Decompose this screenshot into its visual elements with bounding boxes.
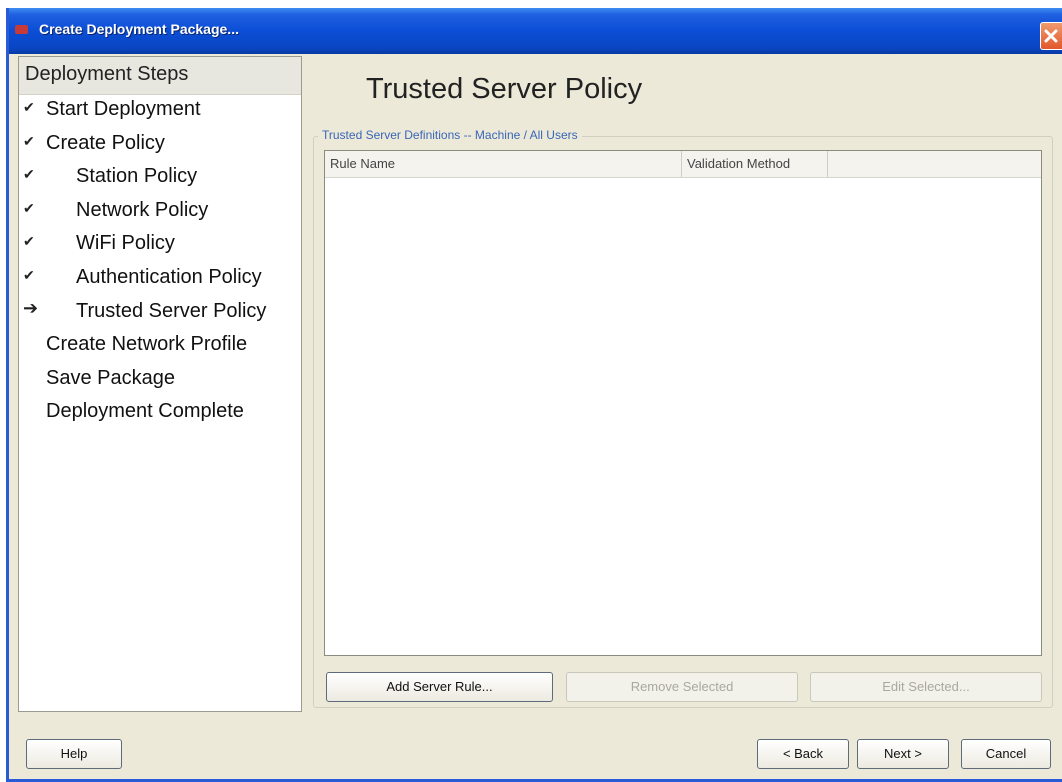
- column-header-rule-name[interactable]: Rule Name: [325, 151, 682, 177]
- step-trusted-server-policy: ➔ Trusted Server Policy: [19, 297, 301, 331]
- step-save-package: Save Package: [19, 364, 301, 398]
- next-button[interactable]: Next >: [857, 739, 949, 769]
- help-button[interactable]: Help: [26, 739, 122, 769]
- check-icon: ✔: [23, 233, 35, 250]
- check-icon: ✔: [23, 266, 35, 283]
- check-icon: ✔: [23, 199, 35, 216]
- check-icon: ✔: [23, 99, 35, 115]
- cancel-button[interactable]: Cancel: [961, 739, 1051, 769]
- app-icon: [15, 25, 28, 34]
- step-label: Start Deployment: [46, 98, 201, 120]
- column-header-validation-method[interactable]: Validation Method: [682, 151, 828, 177]
- step-label: Create Policy: [46, 131, 165, 154]
- step-create-policy: ✔ Create Policy: [19, 129, 301, 163]
- step-network-policy: ✔ Network Policy: [19, 196, 301, 230]
- server-rules-list[interactable]: Rule Name Validation Method: [324, 150, 1042, 656]
- window-title: Create Deployment Package...: [39, 21, 239, 37]
- step-label: Station Policy: [76, 165, 198, 188]
- arrow-right-icon: ➔: [23, 297, 39, 318]
- step-authentication-policy: ✔ Authentication Policy: [19, 263, 301, 297]
- step-station-policy: ✔ Station Policy: [19, 162, 301, 196]
- step-start-deployment: ✔ Start Deployment: [19, 95, 301, 129]
- step-wifi-policy: ✔ WiFi Policy: [19, 229, 301, 263]
- title-bar[interactable]: Create Deployment Package...: [9, 8, 1062, 54]
- close-button[interactable]: [1040, 22, 1062, 50]
- page-title: Trusted Server Policy: [366, 73, 643, 105]
- step-deployment-complete: Deployment Complete: [19, 397, 301, 431]
- step-label: Deployment Complete: [46, 400, 244, 423]
- edit-selected-button[interactable]: Edit Selected...: [810, 672, 1042, 702]
- step-label: Save Package: [46, 366, 175, 389]
- group-label: Trusted Server Definitions -- Machine / …: [318, 128, 582, 142]
- remove-selected-button[interactable]: Remove Selected: [566, 672, 798, 702]
- step-label: WiFi Policy: [76, 232, 175, 255]
- step-label: Authentication Policy: [76, 265, 262, 288]
- step-label: Network Policy: [76, 198, 209, 221]
- list-header: Rule Name Validation Method: [325, 151, 1041, 178]
- step-label: Trusted Server Policy: [76, 299, 267, 322]
- check-icon: ✔: [23, 166, 35, 183]
- back-button[interactable]: < Back: [757, 739, 849, 769]
- check-icon: ✔: [23, 132, 35, 149]
- close-icon: [1044, 29, 1058, 43]
- step-label: Create Network Profile: [46, 333, 248, 356]
- steps-header: Deployment Steps: [19, 57, 301, 95]
- step-create-network-profile: Create Network Profile: [19, 330, 301, 364]
- add-server-rule-button[interactable]: Add Server Rule...: [326, 672, 553, 702]
- deployment-steps-panel: Deployment Steps ✔ Start Deployment ✔ Cr…: [18, 56, 302, 712]
